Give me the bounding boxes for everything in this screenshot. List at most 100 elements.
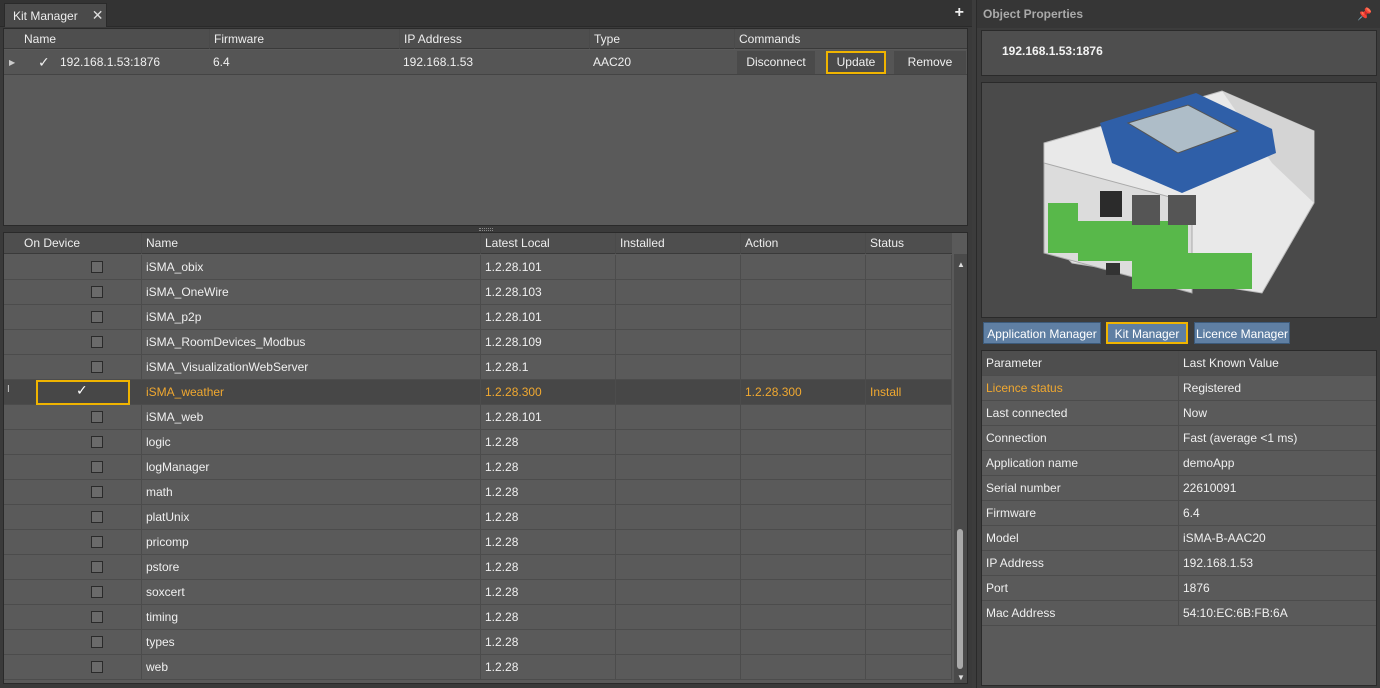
kit-status-cell: [866, 330, 952, 355]
kit-manager-button[interactable]: Kit Manager: [1106, 322, 1188, 344]
col-commands[interactable]: Commands: [735, 29, 967, 49]
on-device-checkbox[interactable]: [91, 411, 103, 423]
text-cursor-icon: I: [7, 384, 10, 395]
application-manager-button[interactable]: Application Manager: [983, 322, 1101, 344]
kit-name-cell: iSMA_obix: [142, 255, 481, 280]
table-row[interactable]: types 1.2.28: [4, 630, 952, 655]
on-device-checkbox[interactable]: [91, 261, 103, 273]
on-device-checkbox[interactable]: [91, 636, 103, 648]
property-row[interactable]: Last connected Now: [982, 401, 1376, 426]
vertical-scrollbar[interactable]: ▲ ▼: [954, 254, 967, 683]
kit-latest-cell: 1.2.28: [481, 455, 616, 480]
close-icon[interactable]: ✕: [92, 7, 104, 24]
on-device-checkbox[interactable]: [91, 461, 103, 473]
table-row[interactable]: ✓ iSMA_weather 1.2.28.300 1.2.28.300 Install: [4, 380, 952, 405]
property-key: Firmware: [982, 501, 1179, 526]
on-device-checkbox[interactable]: [91, 561, 103, 573]
disconnect-button[interactable]: Disconnect: [737, 51, 815, 74]
col-status[interactable]: Status: [866, 233, 952, 254]
device-row[interactable]: ▶ ✓ 192.168.1.53:1876 6.4 192.168.1.53 A…: [4, 50, 967, 75]
property-row[interactable]: Model iSMA-B-AAC20: [982, 526, 1376, 551]
on-device-checkbox[interactable]: [91, 661, 103, 673]
kit-status-cell: [866, 255, 952, 280]
on-device-checkbox[interactable]: [91, 536, 103, 548]
table-row[interactable]: platUnix 1.2.28: [4, 505, 952, 530]
panel-title: Object Properties: [977, 0, 1380, 28]
table-row[interactable]: soxcert 1.2.28: [4, 580, 952, 605]
tab-kit-manager[interactable]: Kit Manager ✕: [4, 3, 107, 27]
on-device-checkbox[interactable]: [91, 586, 103, 598]
on-device-checkbox[interactable]: ✓: [76, 383, 88, 397]
col-name[interactable]: Name: [20, 29, 210, 49]
on-device-checkbox[interactable]: [91, 611, 103, 623]
on-device-cell: [20, 555, 142, 580]
table-row[interactable]: iSMA_web 1.2.28.101: [4, 405, 952, 430]
value-header: Last Known Value: [1183, 356, 1279, 370]
check-icon[interactable]: ✓: [38, 50, 50, 75]
kit-installed-cell: [616, 580, 741, 605]
on-device-checkbox[interactable]: [91, 286, 103, 298]
kit-name-cell: iSMA_p2p: [142, 305, 481, 330]
pin-icon[interactable]: 📌: [1357, 0, 1372, 28]
tab-label: Kit Manager: [13, 8, 78, 23]
col-installed[interactable]: Installed: [616, 233, 741, 254]
table-row[interactable]: iSMA_OneWire 1.2.28.103: [4, 280, 952, 305]
on-device-checkbox[interactable]: [91, 311, 103, 323]
kit-installed-cell: [616, 480, 741, 505]
device-image: [981, 82, 1377, 318]
expand-arrow-icon[interactable]: ▶: [9, 50, 15, 75]
col-kit-name[interactable]: Name: [142, 233, 481, 254]
kits-table-header: On Device Name Latest Local Installed Ac…: [4, 233, 952, 254]
property-row[interactable]: Licence status Registered: [982, 376, 1376, 401]
property-row[interactable]: Application name demoApp: [982, 451, 1376, 476]
property-row[interactable]: Mac Address 54:10:EC:6B:FB:6A: [982, 601, 1376, 626]
scroll-down-icon[interactable]: ▼: [957, 673, 965, 682]
on-device-cell: [20, 505, 142, 530]
kit-latest-cell: 1.2.28: [481, 480, 616, 505]
table-row[interactable]: iSMA_RoomDevices_Modbus 1.2.28.109: [4, 330, 952, 355]
on-device-checkbox[interactable]: [91, 336, 103, 348]
property-key: Port: [982, 576, 1179, 601]
table-row[interactable]: web 1.2.28: [4, 655, 952, 680]
kit-installed-cell: [616, 330, 741, 355]
table-row[interactable]: pricomp 1.2.28: [4, 530, 952, 555]
on-device-checkbox[interactable]: [91, 436, 103, 448]
property-row[interactable]: IP Address 192.168.1.53: [982, 551, 1376, 576]
col-on-device[interactable]: On Device: [20, 233, 142, 254]
on-device-checkbox[interactable]: [91, 486, 103, 498]
table-row[interactable]: iSMA_p2p 1.2.28.101: [4, 305, 952, 330]
update-button[interactable]: Update: [826, 51, 886, 74]
table-row[interactable]: iSMA_obix 1.2.28.101: [4, 255, 952, 280]
scroll-up-icon[interactable]: ▲: [957, 260, 965, 269]
on-device-checkbox[interactable]: [91, 361, 103, 373]
on-device-cell: [20, 480, 142, 505]
scrollbar-thumb[interactable]: [957, 529, 963, 669]
col-action[interactable]: Action: [741, 233, 866, 254]
on-device-cell: [20, 255, 142, 280]
kit-status-cell: [866, 430, 952, 455]
table-row[interactable]: pstore 1.2.28: [4, 555, 952, 580]
property-row[interactable]: Port 1876: [982, 576, 1376, 601]
table-row[interactable]: iSMA_VisualizationWebServer 1.2.28.1: [4, 355, 952, 380]
kit-status-cell: Install: [866, 380, 952, 405]
add-icon[interactable]: +: [955, 4, 964, 22]
table-row[interactable]: logManager 1.2.28: [4, 455, 952, 480]
on-device-cell: [20, 355, 142, 380]
on-device-checkbox[interactable]: [91, 511, 103, 523]
kit-latest-cell: 1.2.28: [481, 580, 616, 605]
table-row[interactable]: math 1.2.28: [4, 480, 952, 505]
property-row[interactable]: Firmware 6.4: [982, 501, 1376, 526]
property-row[interactable]: Connection Fast (average <1 ms): [982, 426, 1376, 451]
col-ip-address[interactable]: IP Address: [400, 29, 590, 49]
object-name: 192.168.1.53:1876: [981, 30, 1377, 76]
licence-manager-button[interactable]: Licence Manager: [1194, 322, 1290, 344]
col-firmware[interactable]: Firmware: [210, 29, 400, 49]
on-device-cell: [20, 280, 142, 305]
table-row[interactable]: timing 1.2.28: [4, 605, 952, 630]
kit-status-cell: [866, 455, 952, 480]
col-type[interactable]: Type: [590, 29, 735, 49]
remove-button[interactable]: Remove: [894, 51, 966, 74]
property-row[interactable]: Serial number 22610091: [982, 476, 1376, 501]
col-latest-local[interactable]: Latest Local: [481, 233, 616, 254]
table-row[interactable]: logic 1.2.28: [4, 430, 952, 455]
